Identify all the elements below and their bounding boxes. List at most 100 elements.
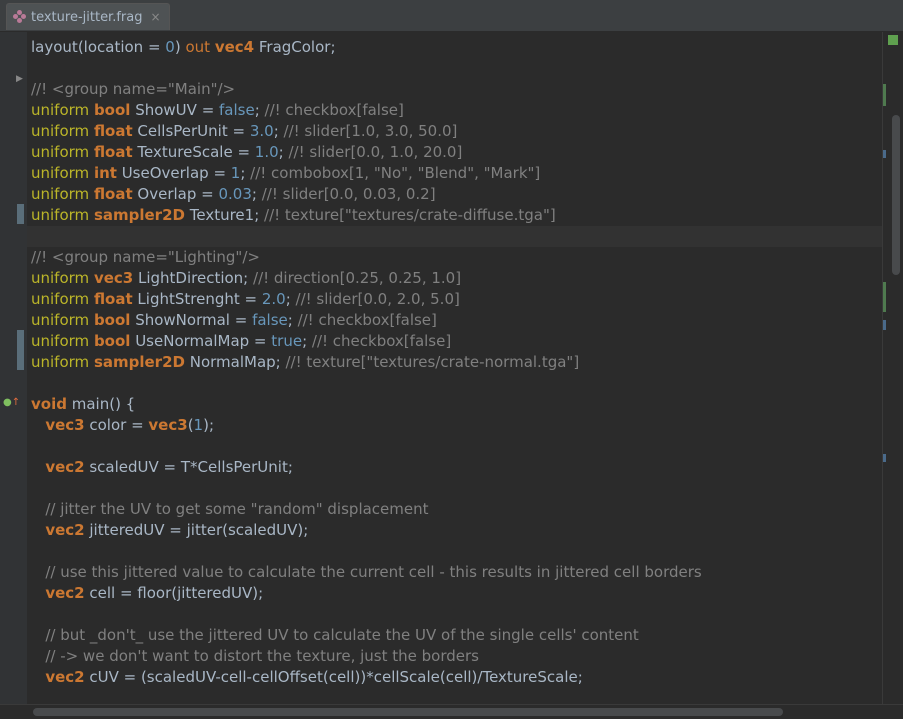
- code-line[interactable]: [27, 58, 882, 79]
- stripe-marker[interactable]: [883, 454, 886, 462]
- code-token: //! slider[0.0, 2.0, 5.0]: [295, 290, 460, 308]
- code-line[interactable]: uniform bool UseNormalMap = true; //! ch…: [27, 331, 882, 352]
- code-token: //! checkbox[false]: [264, 101, 404, 119]
- code-token: //! texture["textures/crate-normal.tga"]: [285, 353, 580, 371]
- code-token: cell = floor(jitteredUV);: [84, 584, 264, 602]
- code-token: //! <group name="Lighting"/>: [31, 248, 260, 266]
- code-token: UseOverlap =: [116, 164, 231, 182]
- code-line[interactable]: //! <group name="Lighting"/>: [27, 247, 882, 268]
- change-marker: [17, 330, 24, 370]
- code-line[interactable]: uniform float Overlap = 0.03; //! slider…: [27, 184, 882, 205]
- code-line[interactable]: // -> we don't want to distort the textu…: [27, 646, 882, 667]
- code-line[interactable]: uniform vec3 LightDirection; //! directi…: [27, 268, 882, 289]
- code-token: uniform: [31, 122, 94, 140]
- code-token: vec2: [45, 584, 85, 602]
- stripe-marker[interactable]: [883, 320, 886, 330]
- code-token: //! texture["textures/crate-diffuse.tga"…: [264, 206, 556, 224]
- code-line[interactable]: [27, 478, 882, 499]
- code-token: ;: [251, 185, 262, 203]
- code-line[interactable]: uniform float TextureScale = 1.0; //! sl…: [27, 142, 882, 163]
- code-token: ;: [240, 164, 251, 182]
- code-token: true: [271, 332, 303, 350]
- code-token: uniform: [31, 101, 94, 119]
- code-token: float: [93, 143, 133, 161]
- horizontal-scrollbar[interactable]: [33, 708, 783, 716]
- code-token: vec3: [93, 269, 134, 287]
- code-line[interactable]: uniform bool ShowNormal = false; //! che…: [27, 310, 882, 331]
- code-line[interactable]: vec2 jitteredUV = jitter(scaledUV);: [27, 520, 882, 541]
- code-token: ;: [302, 332, 312, 350]
- code-line[interactable]: uniform sampler2D Texture1; //! texture[…: [27, 205, 882, 226]
- stripe-marker[interactable]: [883, 150, 886, 158]
- code-token: // -> we don't want to distort the textu…: [45, 647, 479, 665]
- editor-tab-bar: texture-jitter.frag ×: [0, 0, 903, 32]
- code-token: false: [219, 101, 255, 119]
- code-line[interactable]: uniform int UseOverlap = 1; //! combobox…: [27, 163, 882, 184]
- code-editor[interactable]: layout(location = 0) out vec4 FragColor;…: [27, 37, 882, 704]
- close-icon[interactable]: ×: [150, 10, 160, 24]
- code-token: ;: [254, 101, 265, 119]
- code-token: scaledUV = T*CellsPerUnit;: [84, 458, 293, 476]
- code-token: CellsPerUnit =: [132, 122, 250, 140]
- code-token: void: [31, 395, 67, 413]
- code-token: uniform: [31, 269, 94, 287]
- code-token: LightDirection;: [133, 269, 254, 287]
- code-token: layout: [31, 38, 78, 56]
- code-token: false: [252, 311, 288, 329]
- breakpoint-override-icon[interactable]: ●↑: [3, 397, 20, 408]
- vertical-scrollbar[interactable]: [892, 115, 900, 275]
- inspection-status-icon[interactable]: [888, 35, 898, 45]
- code-line[interactable]: [27, 436, 882, 457]
- code-line[interactable]: [27, 373, 882, 394]
- code-token: cUV = (scaledUV-cell-cellOffset(cell))*c…: [84, 668, 583, 686]
- code-token: vec3: [148, 416, 188, 434]
- stripe-marker[interactable]: [883, 282, 886, 312]
- code-line[interactable]: void main() {: [27, 394, 882, 415]
- code-line[interactable]: vec3 color = vec3(1);: [27, 415, 882, 436]
- code-token: //! direction[0.25, 0.25, 1.0]: [253, 269, 462, 287]
- code-token: main() {: [66, 395, 136, 413]
- code-line[interactable]: vec2 cUV = (scaledUV-cell-cellOffset(cel…: [27, 667, 882, 688]
- code-token: );: [203, 416, 214, 434]
- code-token: uniform: [31, 311, 94, 329]
- code-token: ;: [287, 311, 298, 329]
- code-line[interactable]: [27, 604, 882, 625]
- code-token: FragColor;: [254, 38, 336, 56]
- code-line[interactable]: //! <group name="Main"/>: [27, 79, 882, 100]
- code-token: //! <group name="Main"/>: [31, 80, 236, 98]
- code-line[interactable]: uniform sampler2D NormalMap; //! texture…: [27, 352, 882, 373]
- code-line[interactable]: uniform float CellsPerUnit = 3.0; //! sl…: [27, 121, 882, 142]
- change-marker: [17, 204, 24, 224]
- code-line[interactable]: uniform float LightStrenght = 2.0; //! s…: [27, 289, 882, 310]
- code-line[interactable]: // jitter the UV to get some "random" di…: [27, 499, 882, 520]
- fold-arrow-icon[interactable]: ▶: [16, 74, 23, 84]
- code-line[interactable]: [27, 226, 882, 247]
- code-token: 1: [230, 164, 241, 182]
- code-token: float: [93, 122, 133, 140]
- code-token: int: [93, 164, 117, 182]
- code-line[interactable]: // but _don't_ use the jittered UV to ca…: [27, 625, 882, 646]
- code-token: bool: [93, 101, 131, 119]
- code-token: Texture1;: [184, 206, 265, 224]
- file-tab[interactable]: texture-jitter.frag ×: [6, 3, 170, 30]
- code-line[interactable]: vec2 cell = floor(jitteredUV);: [27, 583, 882, 604]
- code-line[interactable]: [27, 541, 882, 562]
- code-line[interactable]: vec2 scaledUV = T*CellsPerUnit;: [27, 457, 882, 478]
- code-token: // use this jittered value to calculate …: [45, 563, 702, 581]
- stripe-marker[interactable]: [883, 84, 886, 106]
- code-line[interactable]: layout(location = 0) out vec4 FragColor;: [27, 37, 882, 58]
- code-line[interactable]: // use this jittered value to calculate …: [27, 562, 882, 583]
- code-token: vec2: [45, 521, 85, 539]
- code-line[interactable]: uniform bool ShowUV = false; //! checkbo…: [27, 100, 882, 121]
- code-token: // but _don't_ use the jittered UV to ca…: [45, 626, 639, 644]
- code-token: vec4: [214, 38, 255, 56]
- code-token: uniform: [31, 143, 94, 161]
- code-token: ShowUV =: [130, 101, 220, 119]
